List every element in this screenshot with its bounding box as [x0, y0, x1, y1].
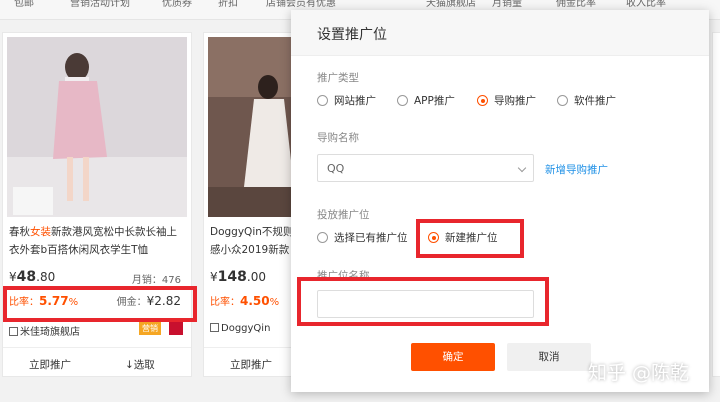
radio-existing-placement[interactable]: 选择已有推广位: [317, 230, 408, 245]
promote-button[interactable]: 立即推广: [230, 357, 272, 372]
cancel-button[interactable]: 取消: [507, 343, 591, 371]
shop-name[interactable]: 米佳琦旗舰店: [9, 323, 80, 338]
filter-discount[interactable]: 折扣: [218, 0, 238, 9]
product-card-partial: [712, 32, 720, 377]
highlight-new-placement: [416, 219, 524, 258]
radio-circle-icon: [317, 95, 328, 106]
guide-name-label: 导购名称: [317, 132, 359, 144]
promote-button[interactable]: 立即推广: [29, 357, 71, 372]
highlight-commission-row: [3, 286, 197, 322]
commission-rate: 比率：4.50%: [210, 294, 280, 308]
filter-coupon[interactable]: 优质券: [162, 0, 192, 9]
set-promotion-dialog: 设置推广位 推广类型 网站推广 APP推广 导购推广 软件推广 导购名称 QQ …: [291, 10, 709, 392]
radio-circle-icon: [317, 232, 328, 243]
sort-sales[interactable]: 月销量: [492, 0, 522, 9]
filter-member[interactable]: 店铺会员有优惠: [266, 0, 336, 9]
watermark: 知乎 @陈乾: [588, 362, 690, 384]
radio-guide[interactable]: 导购推广: [477, 93, 536, 108]
radio-website[interactable]: 网站推广: [317, 93, 376, 108]
chevron-down-icon: [517, 163, 527, 173]
radio-circle-icon: [557, 95, 568, 106]
sort-commission-rate[interactable]: 佣金比率: [556, 0, 596, 9]
new-guide-link[interactable]: 新增导购推广: [545, 162, 608, 177]
tmall-badge-icon: [169, 322, 183, 335]
radio-circle-icon: [397, 95, 408, 106]
product-price: ¥148.00: [210, 269, 266, 285]
filter-free-shipping[interactable]: 包邮: [14, 0, 34, 9]
select-button[interactable]: ↓选取: [125, 357, 155, 372]
promo-type-label: 推广类型: [317, 72, 359, 84]
shop-icon: [9, 327, 18, 336]
monthly-sales: 月销：476: [131, 275, 181, 286]
product-card: 春秋女装新款港风宽松中长款长袖上衣外套b百搭休闲风衣学生T恤 ¥48.80 月销…: [2, 32, 192, 377]
radio-app[interactable]: APP推广: [397, 93, 455, 108]
card-actions: 立即推广 ↓选取: [3, 347, 191, 377]
marketing-badge: 营销: [139, 322, 161, 335]
sort-income-rate[interactable]: 收入比率: [626, 0, 666, 9]
shop-name[interactable]: DoggyQin: [210, 323, 270, 334]
product-title[interactable]: 春秋女装新款港风宽松中长款长袖上衣外套b百搭休闲风衣学生T恤: [9, 223, 187, 259]
confirm-button[interactable]: 确定: [411, 343, 495, 371]
product-price: ¥48.80: [9, 269, 56, 285]
radio-software[interactable]: 软件推广: [557, 93, 616, 108]
shop-icon: [210, 323, 219, 332]
guide-name-select[interactable]: QQ: [317, 154, 534, 182]
placement-label: 投放推广位: [317, 209, 370, 221]
radio-selected-icon: [477, 95, 488, 106]
product-image[interactable]: [7, 37, 187, 217]
highlight-name-input: [297, 277, 549, 326]
filter-campaign[interactable]: 营销活动计划: [70, 0, 130, 9]
filter-tmall[interactable]: 天猫旗舰店: [426, 0, 476, 9]
dialog-title: 设置推广位: [291, 10, 709, 56]
